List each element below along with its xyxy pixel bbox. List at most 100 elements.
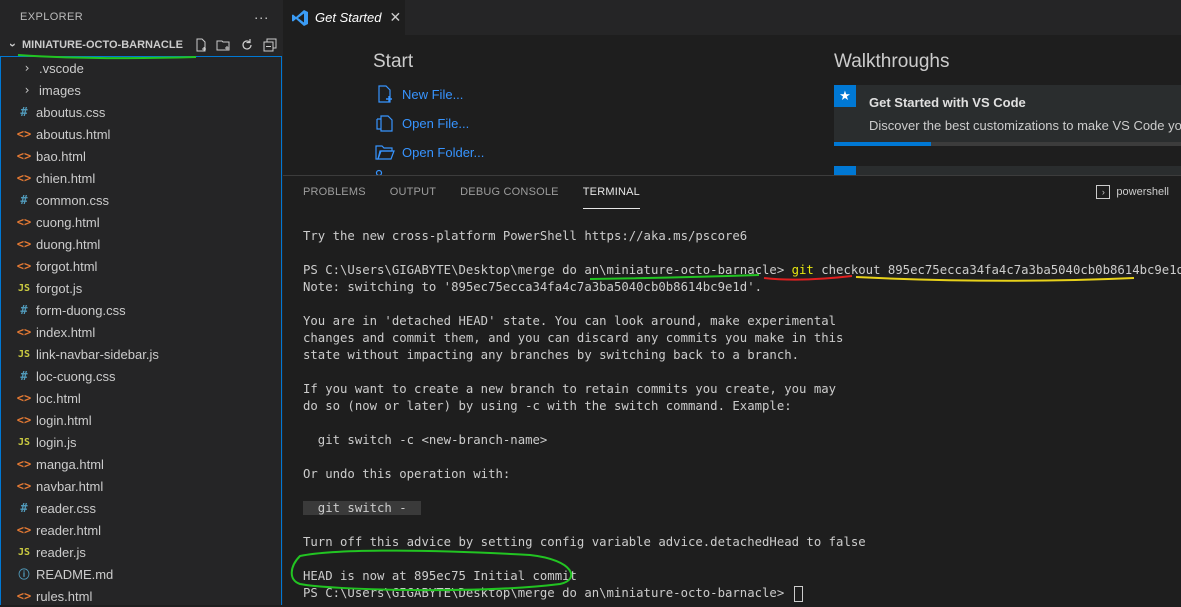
chevron-down-icon[interactable]: › — [6, 38, 20, 52]
css-file-icon: # — [20, 105, 28, 119]
js-file-icon: JS — [17, 436, 31, 448]
new-file-link[interactable]: New File... — [375, 84, 463, 104]
tab-terminal[interactable]: TERMINAL — [582, 186, 640, 209]
tree-item-label: loc-cuong.css — [36, 368, 116, 384]
tab-get-started[interactable]: Get Started ✕ — [283, 0, 405, 35]
tree-item-label: rules.html — [36, 588, 93, 604]
tree-item-label: manga.html — [36, 456, 104, 472]
tree-item-file[interactable]: <> bao.html — [1, 145, 281, 167]
terminal-line: state without impacting any branches by … — [303, 348, 800, 362]
tab-problems[interactable]: PROBLEMS — [303, 186, 366, 208]
tree-item-file[interactable]: JS reader.js — [1, 541, 281, 563]
tree-item-label: link-navbar-sidebar.js — [36, 346, 159, 362]
close-icon[interactable]: ✕ — [389, 9, 401, 26]
tab-label: Get Started — [315, 10, 382, 25]
tree-item-label: index.html — [36, 324, 96, 340]
star-icon — [834, 166, 856, 175]
tree-item-label: cuong.html — [36, 214, 100, 230]
terminal-line: git switch - — [303, 500, 1181, 517]
tree-item-images[interactable]: › images — [1, 79, 281, 101]
more-actions-icon[interactable]: ··· — [254, 9, 269, 25]
tree-item-file[interactable]: <> loc.html — [1, 387, 281, 409]
repo-icon — [375, 169, 383, 175]
html-file-icon: <> — [16, 589, 32, 603]
open-file-label: Open File... — [402, 115, 470, 131]
terminal-selector[interactable]: › powershell — [1096, 185, 1169, 199]
tree-item-file[interactable]: # form-duong.css — [1, 299, 281, 321]
tree-item-file[interactable]: # aboutus.css — [1, 101, 281, 123]
file-tree: › .vscode › images # aboutus.css <> aboutus.… — [0, 56, 282, 605]
terminal-kind-label: powershell — [1116, 186, 1169, 198]
folder-actions — [193, 37, 277, 52]
tree-item-label: forgot.html — [36, 258, 98, 274]
css-file-icon: # — [20, 369, 28, 383]
new-file-icon[interactable] — [193, 37, 208, 52]
new-file-icon — [378, 85, 392, 103]
tree-item-file[interactable]: # loc-cuong.css — [1, 365, 281, 387]
tree-item-label: images — [39, 82, 81, 98]
terminal-line: Turn off this advice by setting config v… — [303, 535, 866, 549]
terminal-line: changes and commit them, and you can dis… — [303, 331, 844, 345]
refresh-icon[interactable] — [239, 37, 254, 52]
walkthrough-progress-fill — [834, 142, 932, 146]
new-file-label: New File... — [402, 86, 464, 102]
tree-item-file[interactable]: <> aboutus.html — [1, 123, 281, 145]
terminal-line: Or undo this operation with: — [303, 467, 511, 481]
terminal-line: If you want to create a new branch to re… — [303, 382, 837, 396]
walkthrough-progress — [834, 142, 1181, 146]
tree-item-file[interactable]: <> cuong.html — [1, 211, 281, 233]
folder-header[interactable]: › MINIATURE-OCTO-BARNACLE — [0, 34, 283, 56]
more-start-items[interactable] — [375, 167, 402, 175]
terminal-command-line: PS C:\Users\GIGABYTE\Desktop\merge do an… — [303, 262, 1181, 279]
tree-item-file[interactable]: JS link-navbar-sidebar.js — [1, 343, 281, 365]
tree-item-label: common.css — [36, 192, 109, 208]
open-file-link[interactable]: Open File... — [375, 113, 469, 133]
new-folder-icon[interactable] — [216, 37, 231, 52]
walkthrough-card[interactable]: ★ Get Started with VS Code Discover the … — [834, 85, 1181, 146]
html-file-icon: <> — [16, 171, 32, 185]
collapse-all-icon[interactable] — [262, 37, 277, 52]
highlighted-command: git switch - — [303, 501, 421, 515]
tree-item-file[interactable]: <> manga.html — [1, 453, 281, 475]
terminal-line: You are in 'detached HEAD' state. You ca… — [303, 314, 837, 328]
tree-item-file[interactable]: <> chien.html — [1, 167, 281, 189]
tree-item-file[interactable]: <> navbar.html — [1, 475, 281, 497]
tree-item-file[interactable]: # common.css — [1, 189, 281, 211]
html-file-icon: <> — [16, 149, 32, 163]
tree-item-file[interactable]: <> index.html — [1, 321, 281, 343]
tree-item-label: forgot.js — [36, 280, 83, 296]
tree-item-file[interactable]: <> duong.html — [1, 233, 281, 255]
info-file-icon: ⓘ — [18, 568, 30, 581]
js-file-icon: JS — [17, 348, 31, 360]
chevron-right-icon: › — [23, 83, 31, 97]
terminal-output[interactable]: Try the new cross-platform PowerShell ht… — [303, 228, 1181, 602]
terminal-line: Try the new cross-platform PowerShell ht… — [303, 229, 748, 243]
css-file-icon: # — [20, 303, 28, 317]
tab-output[interactable]: OUTPUT — [390, 186, 436, 208]
open-file-icon — [376, 115, 393, 132]
command-word: git — [791, 263, 814, 277]
vscode-logo-icon — [292, 9, 308, 26]
open-folder-link[interactable]: Open Folder... — [375, 142, 484, 162]
walkthrough-card-2[interactable] — [834, 166, 1181, 175]
tree-item-label: duong.html — [36, 236, 101, 252]
css-file-icon: # — [20, 501, 28, 515]
tree-item-file[interactable]: <> reader.html — [1, 519, 281, 541]
tree-item-file[interactable]: <> login.html — [1, 409, 281, 431]
tree-item-file[interactable]: JS login.js — [1, 431, 281, 453]
tree-item-file[interactable]: JS forgot.js — [1, 277, 281, 299]
tree-item-file[interactable]: # reader.css — [1, 497, 281, 519]
tree-item-file[interactable]: ⓘ README.md — [1, 563, 281, 585]
tree-item-label: chien.html — [36, 170, 96, 186]
tree-item-label: aboutus.css — [36, 104, 106, 120]
tree-item-file[interactable]: <> forgot.html — [1, 255, 281, 277]
tab-debug-console[interactable]: DEBUG CONSOLE — [460, 186, 559, 208]
tree-item-label: reader.html — [36, 522, 102, 538]
tree-item-vscode[interactable]: › .vscode — [1, 57, 281, 79]
open-folder-label: Open Folder... — [402, 144, 485, 160]
tree-item-file[interactable]: <> rules.html — [1, 585, 281, 607]
